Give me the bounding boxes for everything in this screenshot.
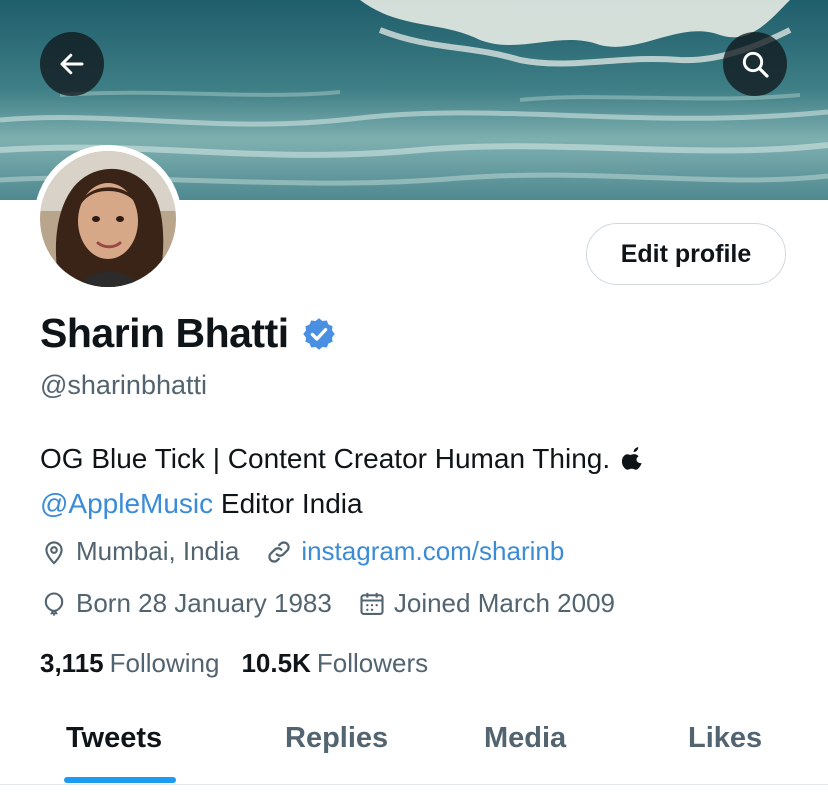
- joined-item: Joined March 2009: [358, 588, 615, 619]
- website-item[interactable]: instagram.com/sharinb: [265, 536, 564, 567]
- bio-line-2-text: Editor India: [213, 488, 363, 519]
- calendar-icon: [360, 592, 384, 615]
- tab-replies[interactable]: Replies: [285, 722, 388, 755]
- display-name: Sharin Bhatti: [40, 310, 289, 356]
- birthday-item: Born 28 January 1983: [40, 588, 332, 619]
- link-icon: [268, 540, 290, 563]
- following-count: 3,115: [40, 648, 104, 678]
- followers-label: Followers: [316, 648, 429, 678]
- following-label: Following: [109, 648, 220, 678]
- verified-badge-icon: [301, 316, 337, 352]
- search-button[interactable]: [723, 32, 787, 96]
- followers-stat[interactable]: 10.5K Followers: [241, 648, 428, 679]
- website-link[interactable]: instagram.com/sharinb: [301, 536, 564, 567]
- following-stat[interactable]: 3,115 Following: [40, 648, 219, 679]
- active-tab-indicator: [64, 777, 176, 783]
- birthday-text: Born 28 January 1983: [76, 588, 332, 618]
- name-row: Sharin Bhatti: [40, 310, 337, 357]
- bio: OG Blue Tick | Content Creator Human Thi…: [40, 437, 644, 525]
- follow-stats: 3,115 Following 10.5K Followers: [40, 648, 450, 679]
- edit-profile-button[interactable]: Edit profile: [586, 223, 786, 285]
- tab-likes[interactable]: Likes: [688, 722, 762, 755]
- profile-tabs: Tweets Replies Media Likes: [0, 700, 828, 785]
- apple-logo-icon: [621, 439, 644, 482]
- joined-text: Joined March 2009: [393, 588, 615, 618]
- user-handle: @sharinbhatti: [40, 370, 207, 400]
- apple-music-mention-link[interactable]: @AppleMusic: [40, 488, 213, 519]
- search-icon: [742, 51, 769, 78]
- followers-count: 10.5K: [241, 648, 311, 678]
- location-text: Mumbai, India: [76, 536, 240, 566]
- tab-media[interactable]: Media: [484, 722, 566, 755]
- location-pin-icon: [45, 540, 63, 565]
- profile-meta-row-2: Born 28 January 1983 Joined March 2009: [40, 588, 641, 619]
- location-item: Mumbai, India: [40, 536, 239, 567]
- avatar-photo: [40, 151, 176, 287]
- avatar[interactable]: [34, 145, 182, 293]
- back-button[interactable]: [40, 32, 104, 96]
- profile-meta-row-1: Mumbai, India instagram.com/sharinb: [40, 536, 590, 567]
- tab-tweets[interactable]: Tweets: [66, 722, 162, 755]
- bio-line-1: OG Blue Tick | Content Creator Human Thi…: [40, 443, 611, 474]
- arrow-left-icon: [60, 53, 84, 75]
- balloon-icon: [44, 591, 64, 616]
